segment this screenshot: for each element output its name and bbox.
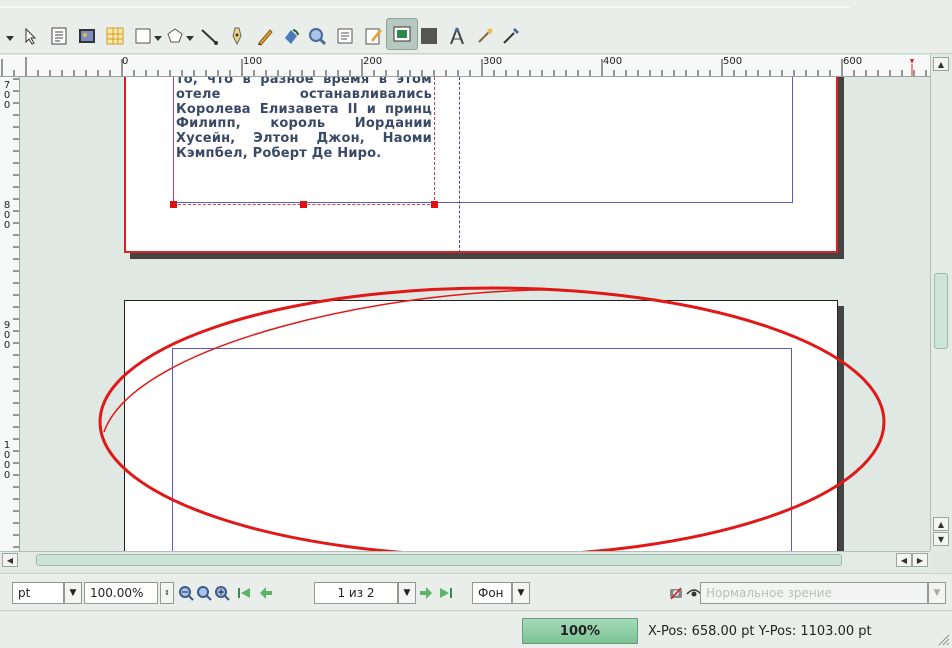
unit-select[interactable]: pt — [12, 582, 64, 604]
ruler-label-100: 100 — [243, 56, 263, 67]
first-page-icon[interactable] — [236, 585, 252, 601]
scroll-right-button[interactable]: ▶ — [912, 553, 928, 567]
unit-value: pt — [18, 586, 31, 600]
copy-properties-icon[interactable] — [474, 24, 496, 48]
ruler-label-600: 600 — [843, 56, 863, 67]
frame-handle-bc[interactable] — [300, 201, 307, 208]
last-page-icon[interactable] — [438, 585, 454, 601]
scroll-down-button[interactable]: ▼ — [933, 532, 949, 546]
text-frame[interactable]: то, что в разное время в этом отеле оста… — [170, 77, 438, 208]
document-canvas[interactable]: то, что в разное время в этом отеле оста… — [20, 77, 930, 551]
vruler-label-800: 800 — [3, 200, 11, 231]
scroll-left-button[interactable]: ◀ — [2, 553, 18, 567]
cursor-position: X-Pos: 658.00 pt Y-Pos: 1103.00 pt — [648, 624, 872, 639]
dropdown-arrow-icon[interactable] — [6, 34, 14, 42]
shape-icon[interactable] — [132, 24, 154, 48]
toolbar-handle — [0, 6, 850, 8]
view-mode-value: Нормальное зрение — [706, 586, 832, 600]
status-zoom: 100% — [559, 623, 601, 639]
horizontal-scroll-thumb[interactable] — [36, 554, 842, 566]
unlink-frames-icon[interactable] — [418, 24, 440, 48]
horizontal-scrollbar[interactable]: ◀ ◀ ▶ — [0, 551, 930, 569]
page-select[interactable]: 1 из 2 — [314, 582, 398, 604]
preview-mode-icon[interactable] — [668, 585, 684, 601]
ruler-label-400: 400 — [603, 56, 623, 67]
next-page-icon[interactable] — [418, 585, 434, 601]
table-icon[interactable] — [104, 24, 126, 48]
scroll-left-button-right[interactable]: ◀ — [896, 553, 912, 567]
page-dropdown-button[interactable]: ▼ — [398, 582, 416, 604]
view-mode-select[interactable]: Нормальное зрение — [700, 582, 928, 604]
image-frame-icon[interactable] — [76, 24, 98, 48]
zoom-in-icon[interactable] — [214, 585, 230, 601]
zoom-100-icon[interactable] — [196, 585, 212, 601]
zoom-icon[interactable] — [306, 24, 328, 48]
scroll-up-button[interactable]: ▲ — [933, 57, 949, 71]
horizontal-ruler[interactable]: 0 100 200 300 400 500 600 — [0, 55, 930, 77]
page-1[interactable]: то, что в разное время в этом отеле оста… — [124, 77, 838, 253]
vertical-scroll-thumb[interactable] — [934, 273, 948, 349]
frame-handle-bl[interactable] — [170, 201, 177, 208]
polygon-dropdown-icon[interactable] — [186, 34, 194, 42]
view-mode-dropdown-button[interactable]: ▼ — [928, 582, 946, 604]
status-bar: 100% X-Pos: 658.00 pt Y-Pos: 1103.00 pt — [0, 612, 952, 648]
resize-grip-icon[interactable] — [936, 632, 950, 646]
freehand-icon[interactable] — [254, 24, 276, 48]
navigation-bar: pt ▼ 100.00% ⇕ 1 из 2 ▼ Фон ▼ Нормальное… — [0, 573, 952, 611]
zoom-out-icon[interactable] — [178, 585, 194, 601]
vertical-ruler[interactable]: 700 800 900 1000 — [0, 77, 20, 551]
main-toolbar — [0, 0, 952, 54]
frame-handle-br[interactable] — [431, 201, 438, 208]
red-highlight-ellipse — [98, 286, 886, 551]
vruler-label-700: 700 — [3, 80, 11, 111]
ruler-label-500: 500 — [723, 56, 743, 67]
shape-dropdown-icon[interactable] — [154, 34, 162, 42]
rotate-icon[interactable] — [280, 24, 302, 48]
ruler-ticks — [1, 57, 927, 76]
prev-page-icon[interactable] — [258, 585, 274, 601]
edit-text-icon[interactable] — [334, 24, 356, 48]
link-frames-icon[interactable] — [386, 18, 418, 50]
select-arrow-icon[interactable] — [20, 24, 42, 48]
layer-value: Фон — [478, 586, 504, 600]
vruler-label-900: 900 — [3, 320, 11, 351]
eyedropper-icon[interactable] — [500, 24, 522, 48]
ruler-label-300: 300 — [483, 56, 503, 67]
zoom-value: 100.00% — [90, 586, 144, 600]
measure-icon[interactable] — [446, 24, 468, 48]
zoom-spin-button[interactable]: ⇕ — [160, 582, 174, 604]
layer-dropdown-button[interactable]: ▼ — [512, 582, 530, 604]
vruler-label-1000: 1000 — [3, 440, 11, 481]
line-icon[interactable] — [198, 24, 220, 48]
polygon-icon[interactable] — [164, 24, 186, 48]
zoom-progress: 100% — [522, 618, 638, 644]
column-guide — [459, 77, 460, 253]
zoom-input[interactable]: 100.00% — [84, 582, 158, 604]
page-value: 1 из 2 — [337, 586, 375, 600]
vertical-scrollbar[interactable]: ▲ ▲ ▼ — [930, 55, 952, 551]
layer-select[interactable]: Фон — [472, 582, 512, 604]
edit-content-icon[interactable] — [362, 24, 384, 48]
text-frame-icon[interactable] — [48, 24, 70, 48]
unit-dropdown-button[interactable]: ▼ — [64, 582, 82, 604]
ruler-label-200: 200 — [363, 56, 383, 67]
frame-text: то, что в разное время в этом отеле оста… — [176, 77, 432, 161]
ruler-label-0: 0 — [122, 56, 129, 67]
bezier-icon[interactable] — [226, 24, 248, 48]
scroll-up-button-bottom[interactable]: ▲ — [933, 517, 949, 531]
